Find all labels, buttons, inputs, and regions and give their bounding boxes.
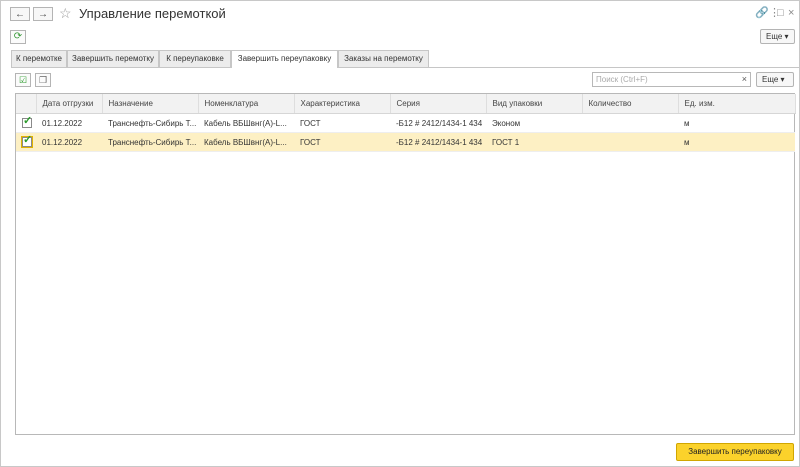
cell-package: Эконом — [486, 113, 582, 133]
col-purpose[interactable]: Назначение — [102, 94, 199, 114]
cell-date: 01.12.2022 — [36, 132, 102, 152]
col-series[interactable]: Серия — [390, 94, 487, 114]
more-button[interactable]: Еще ▾ — [760, 29, 795, 44]
check-all-button[interactable]: ☑ — [15, 73, 31, 87]
copy-icon: ❐ — [38, 75, 48, 85]
star-icon[interactable]: ☆ — [59, 5, 72, 21]
data-table: Дата отгрузки Назначение Номенклатура Ха… — [15, 93, 796, 435]
cell-package: ГОСТ 1 — [486, 132, 582, 152]
forward-button[interactable]: → — [33, 7, 53, 21]
table-row[interactable]: ✓ 01.12.2022 Транснефть-Сибирь Т... Кабе… — [16, 132, 795, 152]
tab-label: К перемотке — [15, 54, 63, 63]
search-field[interactable]: × — [592, 72, 751, 87]
tab-finish-repack[interactable]: Завершить переупаковку — [231, 50, 338, 68]
cell-characteristic: ГОСТ — [294, 132, 390, 152]
close-icon[interactable]: × — [788, 7, 794, 19]
arrow-right-icon: → — [38, 9, 48, 20]
table-header: Дата отгрузки Назначение Номенклатура Ха… — [16, 94, 796, 114]
tab-label: Завершить перемотку — [72, 54, 154, 63]
row-checkbox-focus: ✓ — [21, 134, 33, 148]
arrow-left-icon: ← — [15, 9, 25, 20]
search-input[interactable] — [593, 73, 736, 86]
checkmark-icon: ✓ — [23, 134, 33, 146]
refresh-button[interactable]: ⟳ — [10, 30, 26, 44]
cell-quantity — [582, 132, 678, 152]
tab-label: Завершить переупаковку — [237, 54, 332, 63]
tab-to-rewind[interactable]: К перемотке — [11, 50, 67, 67]
cell-unit: м — [678, 132, 795, 152]
checkmark-icon: ✓ — [23, 115, 33, 127]
col-quantity[interactable]: Количество — [582, 94, 679, 114]
cell-series: -Б12 # 2412/1434-1 434 — [390, 132, 486, 152]
row-checkbox[interactable]: ✓ — [22, 134, 33, 147]
tab-to-repack[interactable]: К переупаковке — [159, 50, 231, 67]
cell-series: -Б12 # 2412/1434-1 434 — [390, 113, 486, 133]
tab-label: Заказы на перемотку — [344, 54, 423, 63]
cell-item: Кабель ВБШвнг(А)-L... — [198, 132, 294, 152]
table-row[interactable]: ✓ 01.12.2022 Транснефть-Сибирь Т... Кабе… — [16, 113, 795, 133]
cell-characteristic: ГОСТ — [294, 113, 390, 133]
cell-quantity — [582, 113, 678, 133]
col-date[interactable]: Дата отгрузки — [36, 94, 103, 114]
tab-rewind-orders[interactable]: Заказы на перемотку — [338, 50, 429, 67]
app-window: ← → ☆ Управление перемоткой 🔗 ⋮ □ × ⟳ Ещ… — [0, 0, 800, 467]
clear-icon[interactable]: × — [742, 73, 747, 86]
cell-purpose: Транснефть-Сибирь Т... — [102, 132, 198, 152]
maximize-icon[interactable]: □ — [777, 7, 784, 19]
cell-date: 01.12.2022 — [36, 113, 102, 133]
row-checkbox[interactable]: ✓ — [22, 115, 33, 128]
list-more-button[interactable]: Еще ▾ — [756, 72, 794, 87]
cell-item: Кабель ВБШвнг(А)-L... — [198, 113, 294, 133]
col-characteristic[interactable]: Характеристика — [294, 94, 391, 114]
cell-unit: м — [678, 113, 795, 133]
title-bar: ← → ☆ Управление перемоткой 🔗 ⋮ □ × — [1, 1, 799, 27]
tab-label: К переупаковке — [166, 54, 224, 63]
finish-repack-button[interactable]: Завершить переупаковку — [676, 443, 794, 461]
back-button[interactable]: ← — [10, 7, 30, 21]
col-item[interactable]: Номенклатура — [198, 94, 295, 114]
col-unit[interactable]: Ед. изм. — [678, 94, 796, 114]
more-button-label: Еще — [766, 32, 783, 41]
list-more-label: Еще — [762, 75, 779, 84]
page-title: Управление перемоткой — [79, 6, 226, 21]
link-icon[interactable]: 🔗 — [755, 7, 769, 19]
refresh-icon: ⟳ — [13, 31, 23, 42]
check-all-icon: ☑ — [18, 75, 28, 85]
cell-purpose: Транснефть-Сибирь Т... — [102, 113, 198, 133]
col-package[interactable]: Вид упаковки — [486, 94, 583, 114]
tab-finish-rewind[interactable]: Завершить перемотку — [67, 50, 159, 67]
col-check — [16, 94, 37, 114]
copy-button[interactable]: ❐ — [35, 73, 51, 87]
